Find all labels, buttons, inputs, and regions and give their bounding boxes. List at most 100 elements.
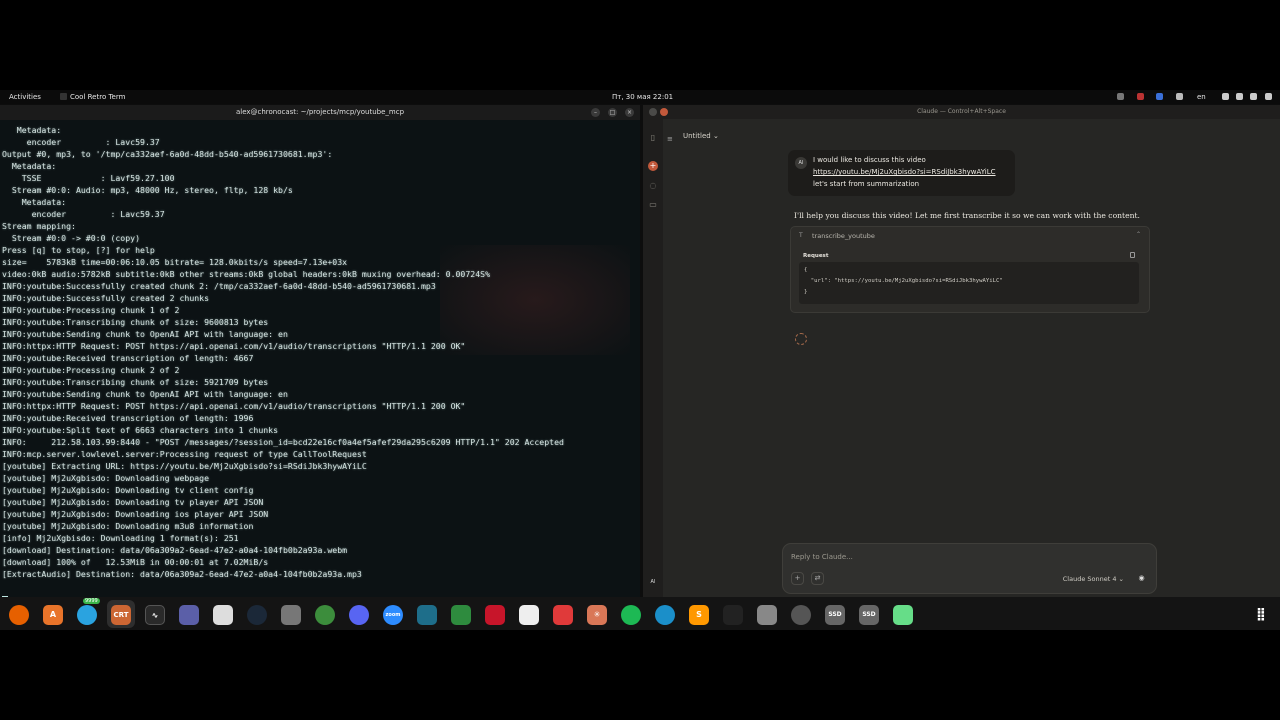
- terminal-icon[interactable]: [213, 605, 233, 625]
- claude-window[interactable]: Claude — Control+Alt+Space ▯ + ◌ ▭ AI ≡ …: [643, 105, 1280, 602]
- model-selector[interactable]: Claude Sonnet 4 ⌄: [1063, 575, 1124, 583]
- tray-app-icon[interactable]: [1117, 93, 1124, 100]
- telegram-icon[interactable]: [77, 605, 97, 625]
- claude-titlebar[interactable]: Claude — Control+Alt+Space: [643, 105, 1280, 119]
- model-name: Claude Sonnet 4: [1062, 575, 1117, 583]
- sidebar-toggle-icon[interactable]: ▯: [648, 133, 658, 143]
- discord-icon[interactable]: [349, 605, 369, 625]
- app-store-icon[interactable]: A: [43, 605, 63, 625]
- tool-name[interactable]: transcribe_youtube: [812, 232, 875, 240]
- copy-icon[interactable]: [1130, 252, 1135, 258]
- pdf-reader-icon[interactable]: [485, 605, 505, 625]
- terminal-titlebar[interactable]: alex@chronocast: ~/projects/mcp/youtube_…: [0, 105, 640, 120]
- terminal-line: Metadata:: [2, 125, 62, 135]
- terminal-output[interactable]: Metadata: encoder : Lavc59.37 Output #0, …: [2, 124, 638, 580]
- terminal-line: INFO:mcp.server.lowlevel.server:Processi…: [2, 449, 367, 459]
- terminal-line: INFO:youtube:Sending chunk to OpenAI API…: [2, 329, 288, 339]
- user-avatar: AI: [795, 157, 807, 169]
- files-app-icon[interactable]: [417, 605, 437, 625]
- battery-icon[interactable]: [1250, 93, 1257, 100]
- gimp-icon[interactable]: [281, 605, 301, 625]
- tool-icon[interactable]: [723, 605, 743, 625]
- cool-retro-term-icon[interactable]: CRT: [111, 605, 131, 625]
- chevron-up-icon[interactable]: ⌃: [1136, 231, 1141, 238]
- notification-badge: 9999: [83, 598, 100, 604]
- power-icon[interactable]: [1265, 93, 1272, 100]
- system-monitor-icon[interactable]: ∿: [145, 605, 165, 625]
- terminal-line: encoder : Lavc59.37: [2, 209, 165, 219]
- keyboard-layout[interactable]: en: [1197, 93, 1206, 101]
- terminal-line: size= 5783kB time=00:06:10.05 bitrate= 1…: [2, 257, 348, 267]
- trash-icon[interactable]: [893, 605, 913, 625]
- proxy-icon[interactable]: [655, 605, 675, 625]
- terminal-line: INFO: 212.58.103.99:8440 - "POST /messag…: [2, 437, 564, 447]
- tool-call-panel[interactable]: T transcribe_youtube ⌃ Request { "url": …: [790, 226, 1150, 313]
- zoom-icon[interactable]: zoom: [383, 605, 403, 625]
- projects-icon[interactable]: ▭: [648, 200, 658, 210]
- spreadsheet-icon[interactable]: [451, 605, 471, 625]
- terminal-line: INFO:youtube:Transcribing chunk of size:…: [2, 317, 269, 327]
- window-menu-icon[interactable]: [649, 108, 657, 116]
- send-icon[interactable]: ◉: [1135, 572, 1148, 585]
- screenshot-icon[interactable]: [179, 605, 199, 625]
- request-code: { "url": "https://youtu.be/Mj2uXgbisdo?s…: [799, 262, 1139, 304]
- terminal-title: alex@chronocast: ~/projects/mcp/youtube_…: [235, 108, 405, 116]
- terminal-line: [youtube] Mj2uXgbisdo: Downloading tv cl…: [2, 485, 254, 495]
- conversation-title[interactable]: Untitled ⌄: [683, 132, 719, 140]
- terminal-line: INFO:youtube:Received transcription of l…: [2, 413, 254, 423]
- todo-icon[interactable]: [553, 605, 573, 625]
- profile-avatar[interactable]: AI: [648, 577, 658, 587]
- chevron-down-icon: ⌄: [712, 132, 719, 140]
- tray-record-icon[interactable]: [1137, 93, 1144, 100]
- clock[interactable]: Пт, 30 мая 22:01: [612, 93, 673, 101]
- terminal-line: [youtube] Mj2uXgbisdo: Downloading tv pl…: [2, 497, 264, 507]
- terminal-window[interactable]: alex@chronocast: ~/projects/mcp/youtube_…: [0, 105, 640, 602]
- activities-button[interactable]: Activities: [9, 93, 41, 101]
- network-icon[interactable]: [1222, 93, 1229, 100]
- desktop: Activities Cool Retro Term Пт, 30 мая 22…: [0, 90, 1280, 630]
- terminal-line: INFO:youtube:Split text of 6663 characte…: [2, 425, 279, 435]
- terminal-line: Stream mapping:: [2, 221, 76, 231]
- claude-close-icon[interactable]: [660, 108, 668, 116]
- ssd-icon-2[interactable]: SSD: [859, 605, 879, 625]
- tools-settings-icon[interactable]: ⇄: [811, 572, 824, 585]
- reply-box[interactable]: Reply to Claude... + ⇄ Claude Sonnet 4 ⌄…: [782, 543, 1157, 594]
- steam-icon[interactable]: [247, 605, 267, 625]
- app-grid-icon[interactable]: ⣿: [1251, 605, 1271, 625]
- video-link[interactable]: https://youtu.be/Mj2uXgbisdo?si=RSdiJbk3…: [813, 168, 996, 176]
- terminal-line: INFO:youtube:Transcribing chunk of size:…: [2, 377, 269, 387]
- chrome-icon[interactable]: [315, 605, 335, 625]
- folder-icon[interactable]: [757, 605, 777, 625]
- terminal-line: [ExtractAudio] Destination: data/06a309a…: [2, 569, 362, 579]
- close-icon[interactable]: ×: [625, 108, 634, 117]
- user-message-line: let's start from summarization: [813, 180, 920, 188]
- terminal-line: [youtube] Extracting URL: https://youtu.…: [2, 461, 367, 471]
- tool-icon: T: [799, 232, 803, 239]
- user-message-line: I would like to discuss this video: [813, 156, 926, 164]
- tray-vpn-icon[interactable]: [1156, 93, 1163, 100]
- terminal-line: INFO:youtube:Sending chunk to OpenAI API…: [2, 389, 288, 399]
- sublime-icon[interactable]: S: [689, 605, 709, 625]
- ssd-icon-1[interactable]: SSD: [825, 605, 845, 625]
- spotify-icon[interactable]: [621, 605, 641, 625]
- chats-icon[interactable]: ◌: [648, 181, 658, 191]
- terminal-line: Press [q] to stop, [?] for help: [2, 245, 155, 255]
- terminal-line: INFO:youtube:Successfully created 2 chun…: [2, 293, 210, 303]
- terminal-line: [download] Destination: data/06a309a2-6e…: [2, 545, 348, 555]
- terminal-line: INFO:youtube:Processing chunk 1 of 2: [2, 305, 180, 315]
- terminal-line: INFO:httpx:HTTP Request: POST https://ap…: [2, 341, 466, 351]
- reply-input[interactable]: Reply to Claude...: [791, 553, 853, 561]
- new-chat-icon[interactable]: +: [648, 161, 658, 171]
- terminal-line: Stream #0:0 -> #0:0 (copy): [2, 233, 141, 243]
- minimize-icon[interactable]: –: [591, 108, 600, 117]
- menu-icon[interactable]: ≡: [667, 135, 673, 143]
- tray-telegram-icon[interactable]: [1176, 93, 1183, 100]
- inkscape-icon[interactable]: [519, 605, 539, 625]
- add-attachment-icon[interactable]: +: [791, 572, 804, 585]
- maximize-icon[interactable]: □: [608, 108, 617, 117]
- disk-icon[interactable]: [791, 605, 811, 625]
- app-menu-label[interactable]: Cool Retro Term: [70, 93, 125, 101]
- claude-icon[interactable]: ✳: [587, 605, 607, 625]
- volume-icon[interactable]: [1236, 93, 1243, 100]
- firefox-icon[interactable]: [9, 605, 29, 625]
